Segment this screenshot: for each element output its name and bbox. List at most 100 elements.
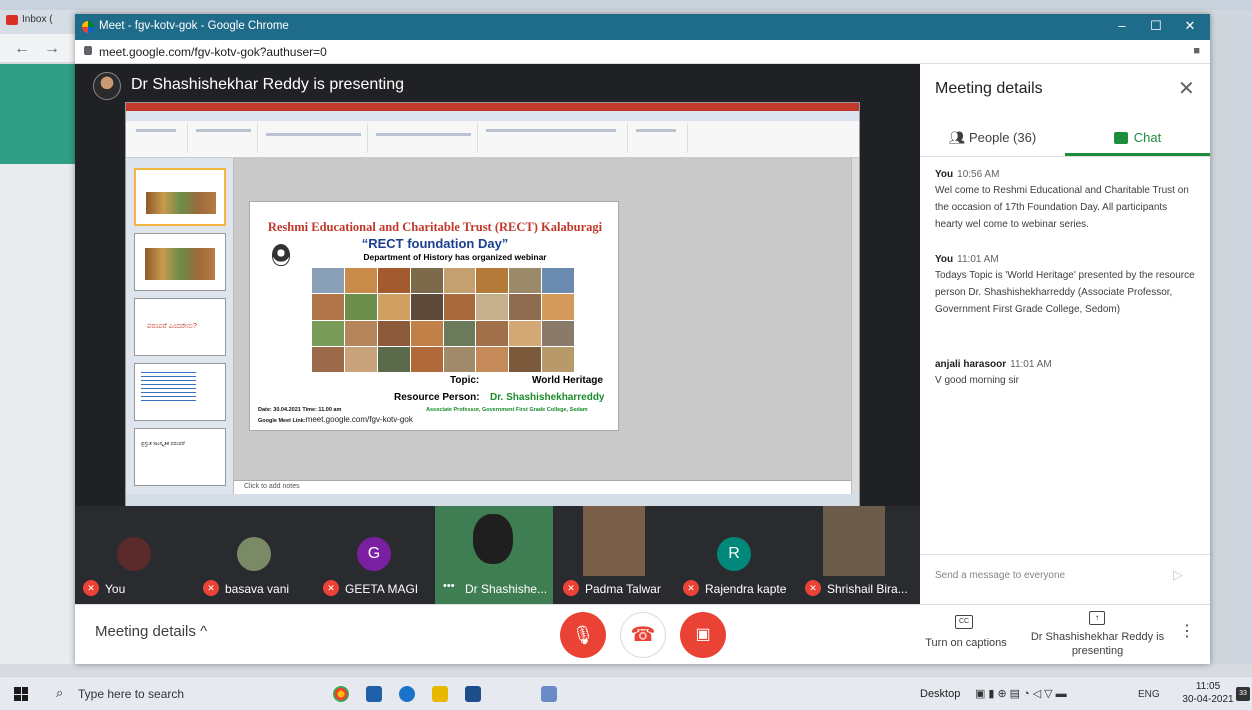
- participant-tile[interactable]: ✕ Shrishail Bira...: [797, 506, 920, 604]
- participant-name: Shrishail Bira...: [827, 582, 908, 596]
- participant-video-face: [823, 506, 885, 576]
- search-icon[interactable]: ⌕: [56, 685, 63, 701]
- presenting-status[interactable]: Dr Shashishekhar Reddy is presenting: [1030, 630, 1165, 658]
- more-options-icon[interactable]: •••: [443, 580, 459, 596]
- notification-count-badge[interactable]: 33: [1236, 687, 1250, 701]
- meeting-details-panel: Meeting details ✕ 👥︎ People (36) Chat Yo…: [920, 64, 1210, 604]
- gmail-icon: [6, 15, 18, 25]
- participant-tile[interactable]: G ✕ GEETA MAGI: [315, 506, 433, 604]
- window-title-bar: Meet - fgv-kotv-gok - Google Chrome – ☐ …: [75, 14, 1210, 40]
- chat-tab-label: Chat: [1133, 130, 1162, 145]
- participant-tile[interactable]: ✕ You: [75, 506, 193, 604]
- clock-time: 11:05: [1195, 681, 1221, 692]
- participant-name: You: [105, 582, 126, 596]
- language-indicator[interactable]: ENG: [1138, 689, 1160, 700]
- slide-resource-person-role: Associate Professor, Government First Gr…: [426, 407, 588, 413]
- slide-thumbnails-pane: ಪರಂಪರೆ ಎಂದರೇನು? ಪ್ರಸ್ತುತ ಸಾಂಸ್ಕೃತಿಕ ಪರಂಪ…: [126, 158, 234, 494]
- inbox-tab-label: Inbox (: [22, 14, 53, 25]
- thumb-3-text: ಪರಂಪರೆ ಎಂದರೇನು?: [147, 323, 197, 330]
- chat-text: Wel come to Reshmi Educational and Chari…: [935, 185, 1189, 230]
- chat-text: Todays Topic is 'World Heritage' present…: [935, 270, 1195, 315]
- current-slide: Reshmi Educational and Charitable Trust …: [249, 201, 619, 431]
- participant-avatar: G: [357, 537, 391, 571]
- mail-taskbar-icon[interactable]: [366, 686, 382, 702]
- close-window-button[interactable]: ✕: [1180, 18, 1200, 34]
- slide-org-title: Reshmi Educational and Charitable Trust …: [267, 220, 603, 234]
- muted-mic-icon: ✕: [83, 580, 99, 596]
- participant-tile[interactable]: ✕ Padma Talwar: [555, 506, 673, 604]
- chat-message: You 11:01 AM Todays Topic is 'World Herita…: [935, 254, 1197, 318]
- chat-message-input[interactable]: Send a message to everyone: [935, 570, 1065, 581]
- ribbon-group-clipboard: [128, 123, 188, 153]
- mic-toggle-button[interactable]: 🎙︎: [560, 612, 606, 658]
- camera-off-icon: ▣: [695, 626, 711, 643]
- slide-thumb-4[interactable]: [134, 363, 226, 421]
- inbox-background-tab[interactable]: Inbox (: [0, 10, 80, 34]
- muted-mic-icon: ✕: [805, 580, 821, 596]
- slide-thumb-5[interactable]: ಪ್ರಸ್ತುತ ಸಾಂಸ್ಕೃತಿಕ ಪರಂಪರೆ: [134, 428, 226, 486]
- edge-taskbar-icon[interactable]: [399, 686, 415, 702]
- leave-call-button[interactable]: ☎︎: [620, 612, 666, 658]
- thumb-5-text: ಪ್ರಸ್ತುತ ಸಾಂಸ್ಕೃತಿಕ ಪರಂಪರೆ: [141, 441, 185, 447]
- participant-name: GEETA MAGI: [345, 582, 419, 596]
- meet-control-bar: Meeting details ^ 🎙︎ ☎︎ ▣ CC Turn on cap…: [75, 604, 1210, 664]
- camera-toggle-button[interactable]: ▣: [680, 612, 726, 658]
- tab-chat[interactable]: Chat: [1065, 120, 1210, 156]
- participant-video-face: [583, 506, 645, 576]
- captions-label[interactable]: Turn on captions: [921, 637, 1011, 649]
- participant-video-face: [473, 514, 513, 564]
- minimize-button[interactable]: –: [1112, 18, 1132, 33]
- chat-message: anjali harasoor 11:01 AM V good morning si…: [935, 359, 1197, 389]
- chat-sender: You: [935, 169, 954, 180]
- address-bar[interactable]: meet.google.com/fgv-kotv-gok?authuser=0 …: [75, 40, 1210, 64]
- windows-start-icon[interactable]: [14, 687, 28, 701]
- dropbox-taskbar-icon[interactable]: [465, 686, 481, 702]
- trust-logo-icon: [272, 244, 290, 266]
- ppt-title-bar: [126, 103, 859, 111]
- desktop-toolbar[interactable]: Desktop: [920, 688, 960, 700]
- participant-tile[interactable]: R ✕ Rajendra kapte: [675, 506, 793, 604]
- mic-off-icon: 🎙︎: [571, 625, 595, 645]
- ribbon-group-drawing: [478, 123, 628, 153]
- captions-icon[interactable]: CC: [955, 615, 973, 629]
- clock-date: 30-04-2021: [1182, 694, 1234, 705]
- presenter-avatar: [93, 72, 121, 100]
- more-options-icon[interactable]: ⋮: [1179, 621, 1195, 641]
- panel-title: Meeting details: [935, 80, 1043, 97]
- background-page-right: [1210, 10, 1252, 664]
- camera-blocked-icon[interactable]: ■: [1193, 45, 1200, 57]
- tab-people[interactable]: 👥︎ People (36): [920, 120, 1065, 156]
- lock-icon: [84, 46, 92, 55]
- chrome-window: Meet - fgv-kotv-gok - Google Chrome – ☐ …: [75, 14, 1210, 664]
- meeting-details-label: Meeting details: [95, 623, 196, 640]
- taskbar-clock[interactable]: 11:05 30-04-2021: [1178, 680, 1238, 706]
- meeting-details-button[interactable]: Meeting details ^: [95, 623, 207, 640]
- muted-mic-icon: ✕: [323, 580, 339, 596]
- chrome-taskbar-icon[interactable]: [333, 686, 349, 702]
- chat-sender: You: [935, 254, 954, 265]
- slide-event-title: “RECT foundation Day”: [361, 236, 509, 251]
- participant-avatar: [237, 537, 271, 571]
- composer-divider: [920, 554, 1210, 555]
- participant-name: Rajendra kapte: [705, 582, 787, 596]
- send-icon[interactable]: ▷: [1173, 567, 1183, 583]
- slide-thumb-2[interactable]: [134, 233, 226, 291]
- file-explorer-taskbar-icon[interactable]: [432, 686, 448, 702]
- app-taskbar-icon[interactable]: [541, 686, 557, 702]
- slide-thumb-3[interactable]: ಪರಂಪರೆ ಎಂದರೇನು?: [134, 298, 226, 356]
- background-nav-arrows[interactable]: ←→: [0, 34, 80, 62]
- notes-pane[interactable]: Click to add notes: [234, 480, 851, 494]
- ppt-scrollbar[interactable]: [851, 158, 859, 494]
- slide-thumb-1[interactable]: [134, 168, 226, 226]
- participant-tile-video[interactable]: ••• Dr Shashishe...: [435, 506, 553, 604]
- ribbon-group-editing: [628, 123, 688, 153]
- close-panel-icon[interactable]: ✕: [1178, 76, 1195, 101]
- participant-name: Dr Shashishe...: [465, 582, 548, 596]
- taskbar-search-input[interactable]: Type here to search: [78, 687, 184, 701]
- present-icon[interactable]: ↑: [1089, 611, 1105, 625]
- system-tray-icons[interactable]: ▣▮⊕▤◔◁▽▬: [975, 687, 1070, 700]
- ppt-ribbon: [126, 111, 859, 158]
- participant-tile[interactable]: ✕ basava vani: [195, 506, 313, 604]
- maximize-button[interactable]: ☐: [1146, 18, 1166, 34]
- slide-resource-person-label: Resource Person:: [394, 392, 480, 403]
